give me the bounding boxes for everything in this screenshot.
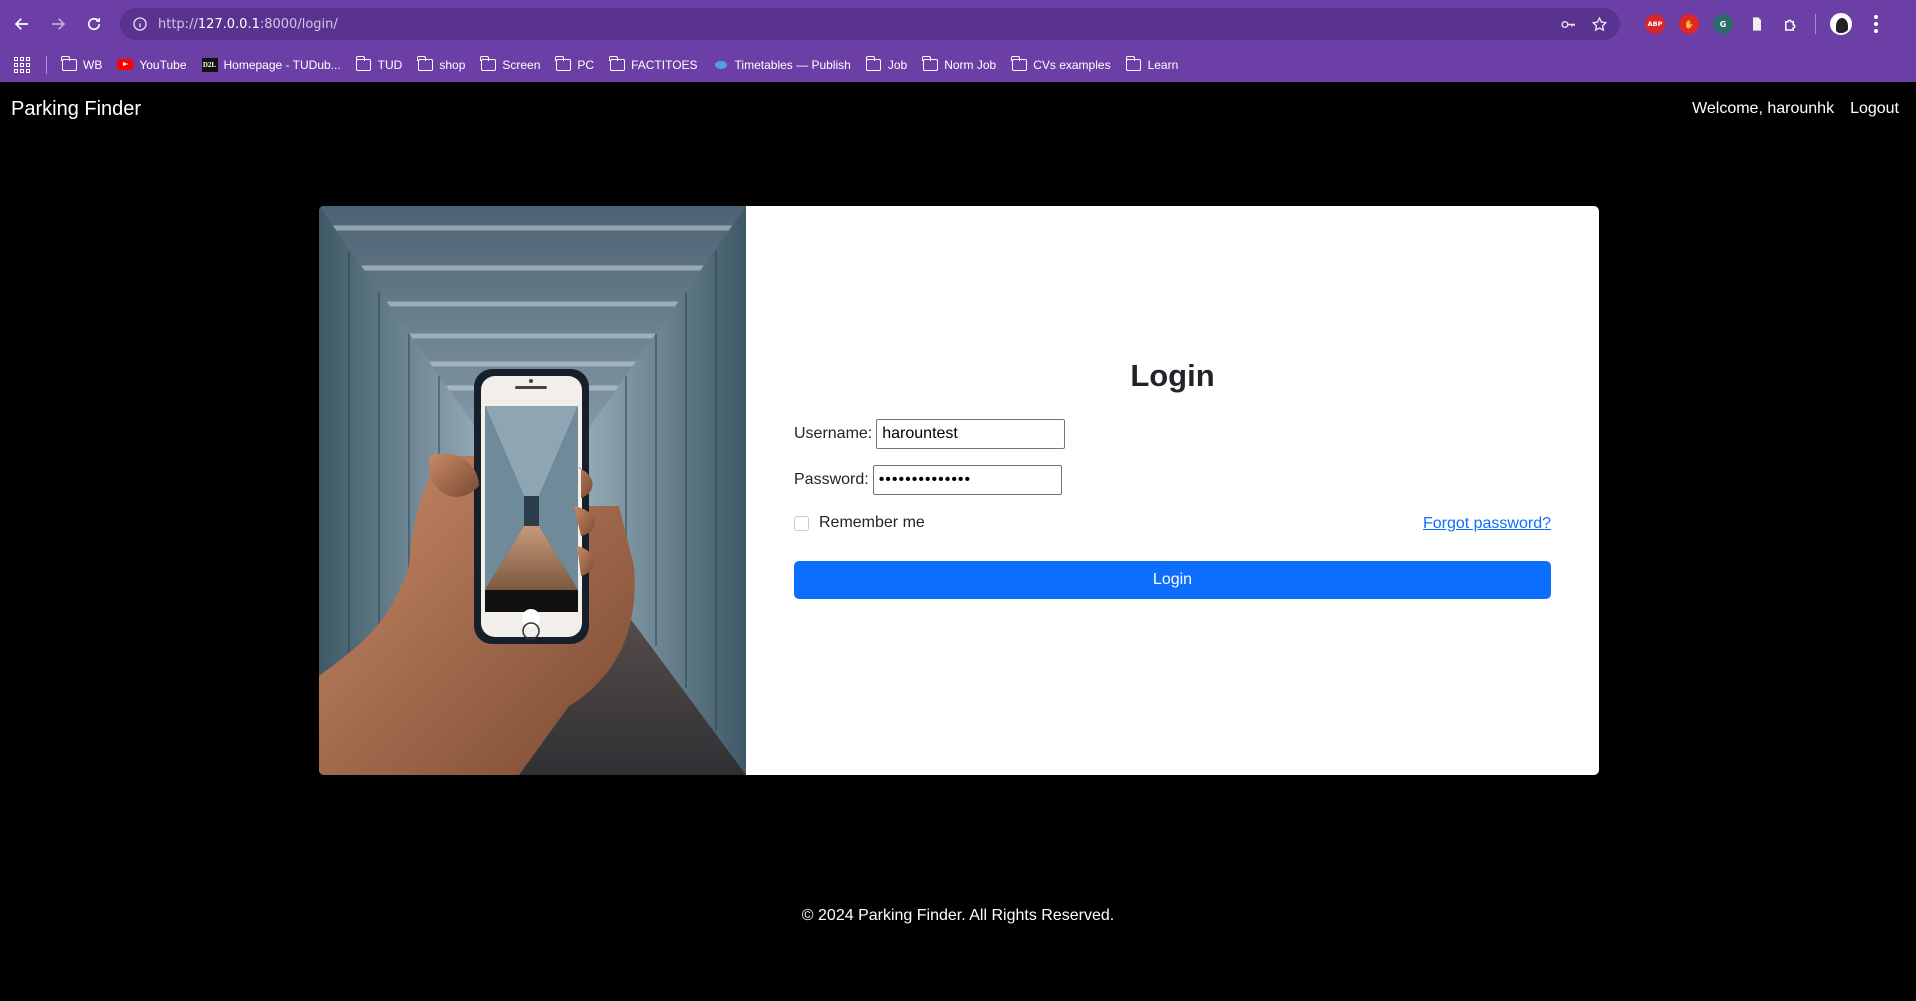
login-form: Login Username: Password: Remember me Fo… (794, 206, 1551, 775)
username-label: Username: (794, 425, 873, 442)
site-brand[interactable]: Parking Finder (11, 98, 141, 121)
bookmark-label: YouTube (139, 57, 187, 72)
apps-grid-icon[interactable] (14, 56, 30, 73)
login-button[interactable]: Login (794, 561, 1551, 599)
logout-link[interactable]: Logout (1850, 100, 1899, 118)
folder-icon (1125, 55, 1142, 72)
password-row: Password: (794, 465, 1062, 495)
bookmark-item[interactable]: TUD (355, 55, 403, 72)
extensions-puzzle-icon[interactable] (1781, 14, 1801, 34)
forward-button[interactable] (40, 6, 76, 42)
password-label: Password: (794, 471, 869, 488)
adblock-extension-icon[interactable]: ABP (1645, 14, 1665, 34)
bookmark-label: PC (577, 57, 595, 72)
folder-icon (480, 55, 496, 72)
site-info-icon[interactable] (132, 16, 148, 32)
grammar-extension-icon[interactable]: G (1713, 14, 1733, 34)
extensions-bar: ABP ✋ G (1645, 8, 1886, 40)
bookmark-label: Screen (502, 57, 541, 72)
star-icon[interactable] (1591, 15, 1608, 33)
welcome-text: Welcome, harounhk (1692, 100, 1835, 117)
reload-icon (87, 17, 101, 30)
address-bar[interactable]: http://127.0.0.1:8000/login/ (120, 8, 1620, 40)
web-page: Parking Finder Welcome, harounhk Logout (0, 82, 1916, 1001)
youtube-icon (117, 58, 134, 72)
bookmark-item[interactable]: WB (61, 55, 103, 72)
d2l-icon: D2L (201, 57, 218, 72)
bookmarks-bar: WB YouTube D2L Homepage - TUDub... TUD shop Sc… (0, 47, 1916, 82)
site-navbar: Parking Finder Welcome, harounhk Logout (0, 82, 1916, 138)
reload-button[interactable] (76, 6, 112, 42)
login-card: Login Username: Password: Remember me Fo… (319, 206, 1599, 775)
folder-icon (609, 55, 625, 72)
folder-icon (555, 55, 571, 72)
bookmarks-divider (46, 55, 47, 74)
arrow-right-icon (52, 17, 66, 30)
bookmark-item[interactable]: D2L Homepage - TUDub... (201, 57, 341, 72)
username-row: Username: (794, 419, 1066, 449)
folder-icon (922, 55, 938, 72)
bookmark-item[interactable]: PC (555, 55, 595, 72)
bookmark-label: Learn (1147, 57, 1179, 72)
back-button[interactable] (4, 6, 40, 42)
bookmark-label: FACTITOES (631, 57, 698, 72)
browser-chrome: http://127.0.0.1:8000/login/ ABP ✋ G WB Y… (0, 0, 1916, 82)
username-input[interactable] (876, 419, 1066, 449)
remember-me-label[interactable]: Remember me (819, 514, 925, 532)
bookmark-item[interactable]: CVs examples (1011, 55, 1111, 72)
bookmark-label: CVs examples (1033, 57, 1111, 72)
login-title: Login (1130, 358, 1215, 393)
phone-in-hand-photo (319, 206, 746, 775)
bookmark-label: TUD (377, 57, 403, 72)
remember-me-row: Remember me (794, 514, 925, 532)
omnibox-actions (1560, 8, 1608, 40)
browser-toolbar: http://127.0.0.1:8000/login/ ABP ✋ G (0, 0, 1916, 47)
folder-icon (417, 55, 433, 72)
bookmark-label: Homepage - TUDub... (223, 57, 341, 72)
profile-avatar[interactable] (1830, 13, 1852, 35)
folder-icon (355, 55, 372, 72)
bookmark-item[interactable]: YouTube (117, 57, 187, 72)
url-host: 127.0.0.1 (197, 16, 260, 32)
forgot-password-link[interactable]: Forgot password? (1423, 515, 1551, 533)
url-path: :8000/login/ (259, 16, 338, 32)
bookmark-item[interactable]: Norm Job (922, 55, 997, 72)
bookmark-label: shop (439, 57, 466, 72)
site-footer: © 2024 Parking Finder. All Rights Reserv… (801, 907, 1115, 924)
folder-icon (865, 55, 882, 72)
bookmark-item[interactable]: shop (417, 55, 466, 72)
navbar-user-area: Welcome, harounhk Logout (1692, 100, 1899, 118)
bookmark-label: Timetables — Publish (734, 57, 851, 72)
password-input[interactable] (872, 465, 1062, 495)
url-scheme: http:// (158, 16, 198, 32)
arrow-left-icon (14, 17, 28, 30)
bookmark-label: WB (83, 57, 103, 72)
document-extension-icon[interactable] (1747, 14, 1767, 34)
hand-extension-icon[interactable]: ✋ (1679, 14, 1699, 34)
bookmark-label: Norm Job (944, 57, 997, 72)
bookmark-item[interactable]: FACTITOES (609, 55, 698, 72)
browser-menu-icon[interactable] (1866, 15, 1886, 33)
bookmark-item[interactable]: Job (865, 55, 908, 72)
remember-me-checkbox[interactable] (794, 515, 809, 531)
bookmark-item[interactable]: Learn (1125, 55, 1179, 72)
folder-icon (1011, 55, 1027, 72)
timetables-icon (713, 58, 729, 72)
toolbar-divider (1815, 14, 1816, 34)
folder-icon (61, 55, 77, 72)
key-icon[interactable] (1560, 16, 1577, 33)
bookmark-item[interactable]: Timetables — Publish (713, 58, 851, 72)
bookmark-label: Job (887, 57, 908, 72)
bookmark-item[interactable]: Screen (480, 55, 541, 72)
